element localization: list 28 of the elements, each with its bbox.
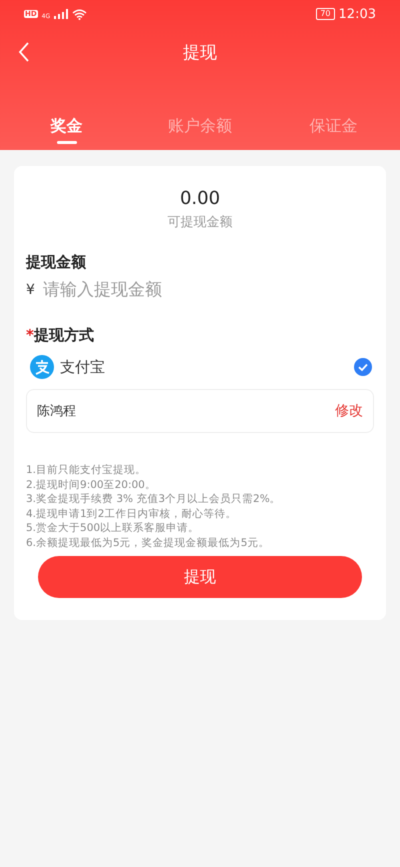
tab[interactable]: 账户余额 (168, 116, 232, 137)
check-icon[interactable] (354, 358, 372, 376)
payment-option[interactable]: 支付宝 (60, 358, 105, 376)
section-title: 提现方式 (34, 326, 94, 345)
signal-icon (54, 9, 68, 19)
payment-logo-icon (30, 355, 54, 379)
withdraw-button[interactable]: 提现 (38, 556, 362, 598)
tab[interactable]: 保证金 (309, 116, 358, 137)
tab-indicator (56, 141, 77, 144)
note-line: 6.余额提现最低为5元，奖金提现金额最低为5元。 (26, 536, 270, 550)
page-title: 提现 (183, 42, 217, 64)
note-line: 1.目前只能支付宝提现。 (26, 463, 146, 478)
balance-amount: 0.00 (180, 188, 220, 209)
currency-symbol: ¥ (26, 282, 35, 298)
wifi-icon (72, 8, 88, 20)
note-line: 5.赏金大于500以上联系客服申请。 (26, 521, 200, 536)
section-title: 提现金额 (26, 253, 86, 272)
note-line: 4.提现申请1到2工作日内审核，耐心等待。 (26, 506, 236, 521)
edit-link[interactable]: 修改 (335, 402, 363, 420)
clock-time: 12:03 (338, 6, 376, 22)
balance-label: 可提现金额 (168, 214, 232, 231)
battery-icon: 70 (316, 8, 335, 20)
tab[interactable]: 奖金 (50, 116, 83, 137)
back-icon[interactable] (18, 42, 30, 62)
note-line: 3.奖金提现手续费 3% 充值3个月以上会员只需2%。 (26, 492, 281, 506)
note-line: 2.提现时间9:00至20:00。 (26, 478, 156, 492)
required-mark: * (26, 326, 34, 345)
account-name: 陈鸿程 (37, 403, 76, 420)
